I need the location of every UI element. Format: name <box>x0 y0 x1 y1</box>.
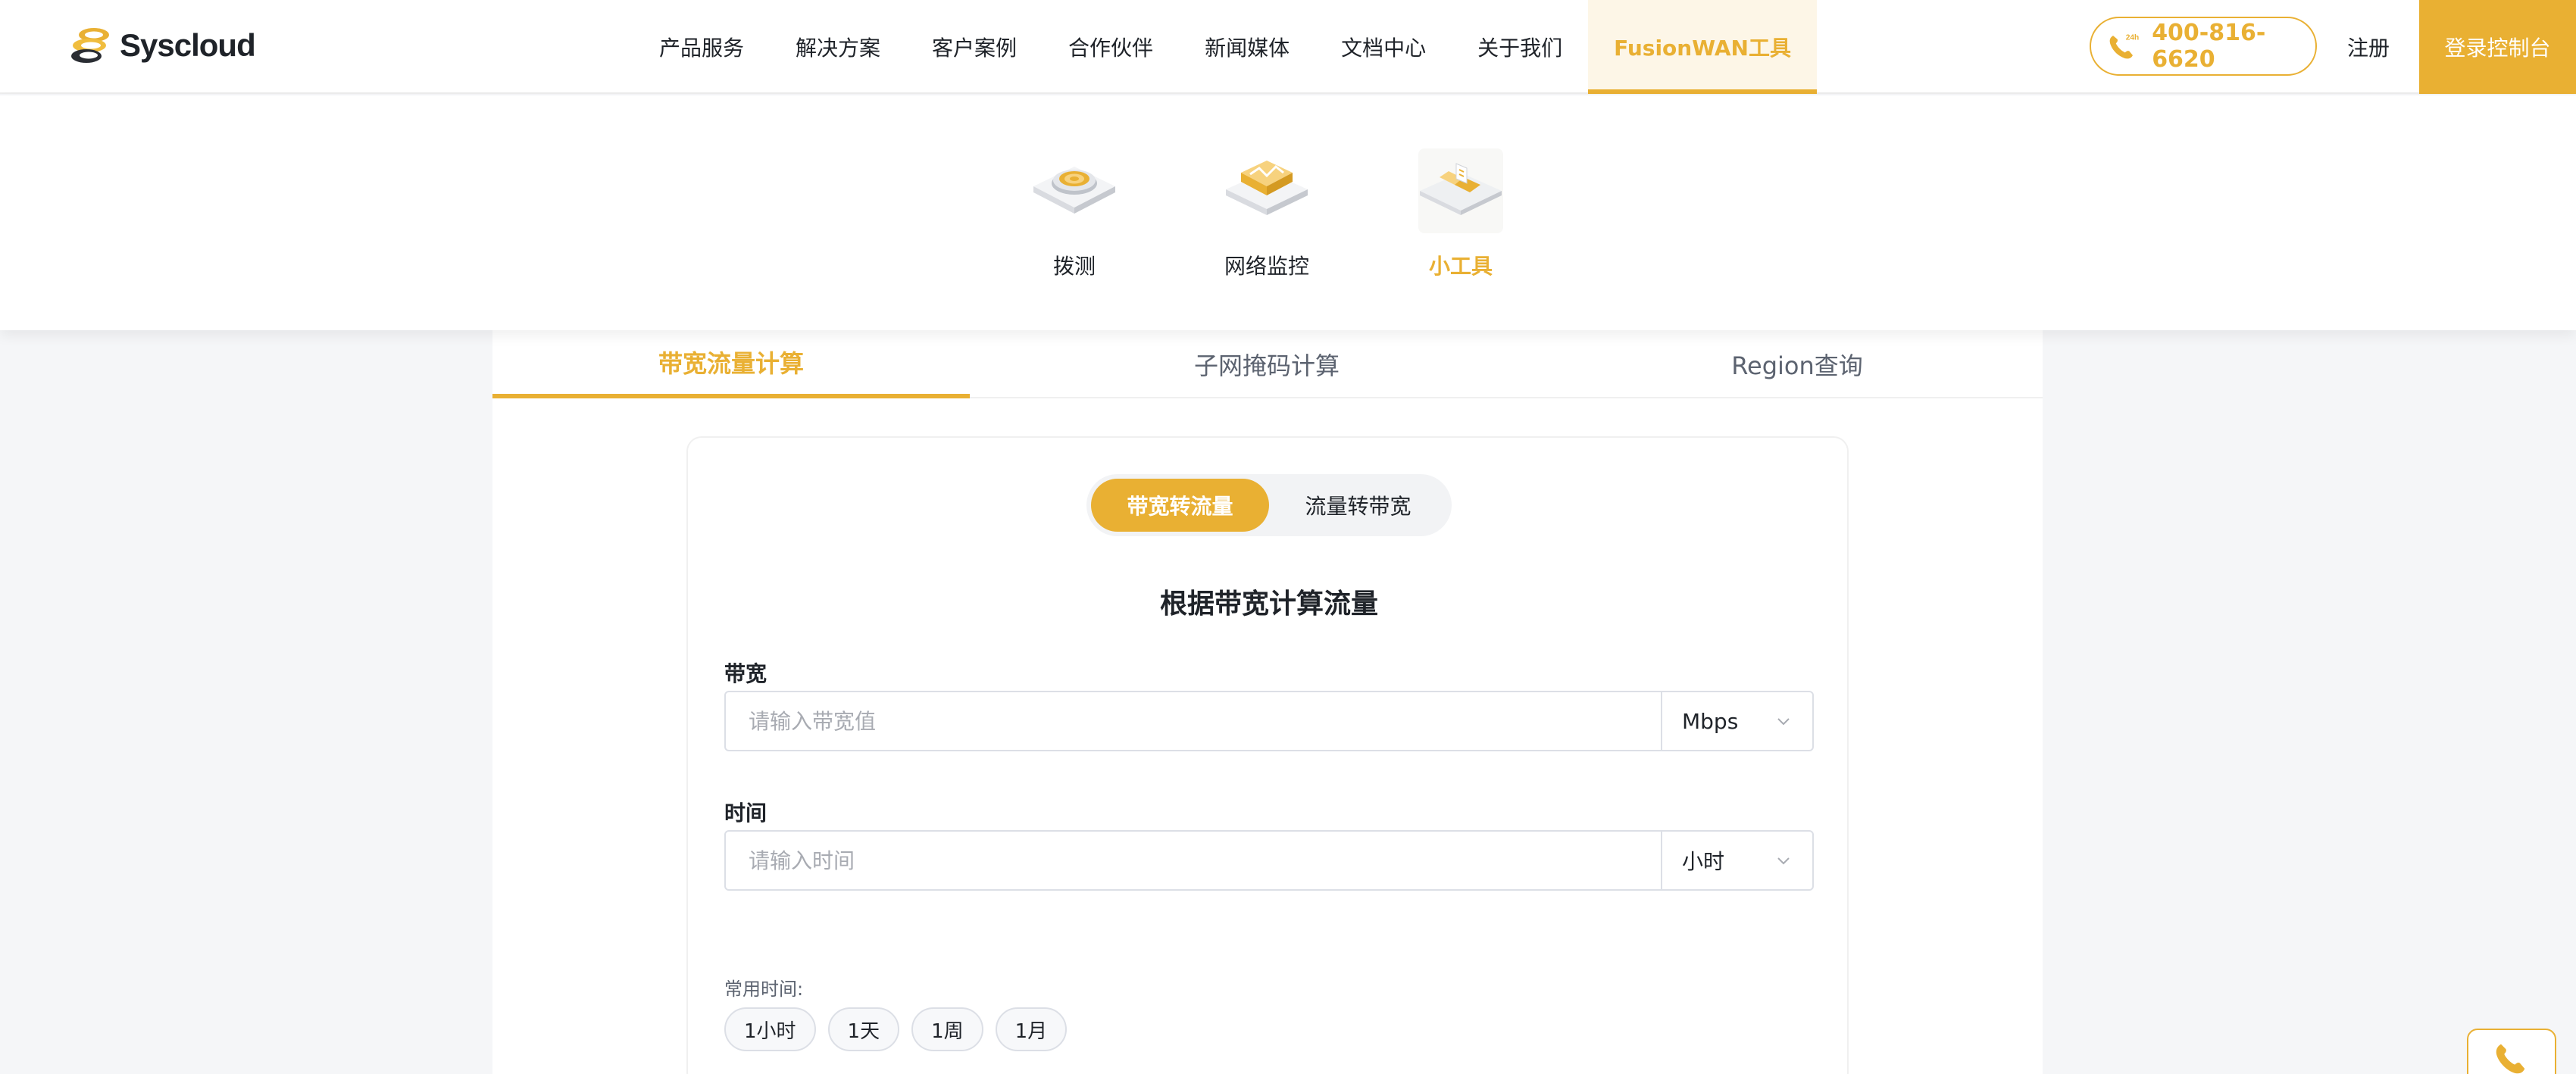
preset-1-week[interactable]: 1周 <box>911 1007 983 1051</box>
tools-icon <box>1418 148 1503 233</box>
syscloud-logo-icon <box>71 28 109 63</box>
preset-1-month[interactable]: 1月 <box>995 1007 1068 1051</box>
nav-item-about[interactable]: 关于我们 <box>1452 0 1588 94</box>
tab-bandwidth-traffic[interactable]: 带宽流量计算 <box>492 330 970 398</box>
brand-logo[interactable]: Syscloud <box>68 21 256 70</box>
time-unit-select[interactable]: 小时 <box>1661 832 1812 889</box>
chevron-down-icon <box>1777 857 1790 865</box>
dropdown-item-network-monitor[interactable]: 网络监控 <box>1191 141 1343 280</box>
time-unit-value: 小时 <box>1682 849 1725 874</box>
bandwidth-input-group: Mbps <box>724 691 1814 751</box>
tab-region-query[interactable]: Region查询 <box>1546 330 2049 398</box>
phone-icon <box>2496 1044 2525 1074</box>
login-console-button[interactable]: 登录控制台 <box>2419 0 2576 94</box>
common-time-label: 常用时间: <box>724 979 804 1000</box>
dropdown-item-tools[interactable]: 小工具 <box>1385 141 1537 280</box>
tool-tabs: 带宽流量计算 子网掩码计算 Region查询 <box>492 330 2043 398</box>
nav-item-fusionwan-tools[interactable]: FusionWAN工具 <box>1588 0 1817 94</box>
dropdown-item-dial-test[interactable]: 拨测 <box>999 141 1150 280</box>
time-label: 时间 <box>724 801 767 826</box>
tab-subnet-mask[interactable]: 子网掩码计算 <box>1015 330 1518 398</box>
bandwidth-unit-select[interactable]: Mbps <box>1661 692 1812 750</box>
toggle-bandwidth-to-traffic[interactable]: 带宽转流量 <box>1091 479 1269 532</box>
preset-1-day[interactable]: 1天 <box>827 1007 900 1051</box>
preset-1-hour[interactable]: 1小时 <box>724 1007 816 1051</box>
dropdown-label-dial-test: 拨测 <box>1052 254 1096 279</box>
nav-item-docs[interactable]: 文档中心 <box>1315 0 1452 94</box>
chevron-down-icon <box>1777 718 1790 726</box>
floating-contact-button[interactable] <box>2467 1029 2556 1074</box>
nav-item-news[interactable]: 新闻媒体 <box>1179 0 1315 94</box>
bandwidth-unit-value: Mbps <box>1682 708 1739 734</box>
dropdown-label-tools: 小工具 <box>1428 254 1493 279</box>
bandwidth-label: 带宽 <box>724 661 767 686</box>
hotline-number: 400-816-6620 <box>2152 20 2266 73</box>
brand-name: Syscloud <box>120 27 256 63</box>
nav-item-partners[interactable]: 合作伙伴 <box>1043 0 1179 94</box>
nav-item-products[interactable]: 产品服务 <box>633 0 770 94</box>
phone-badge-text: 24h <box>2126 34 2140 42</box>
time-presets: 1小时 1天 1周 1月 <box>724 1007 1079 1051</box>
time-input-group: 小时 <box>724 830 1814 891</box>
form-title: 根据带宽计算流量 <box>1159 589 1378 620</box>
dropdown-label-network-monitor: 网络监控 <box>1224 254 1309 279</box>
calculator-card: 带宽转流量 流量转带宽 根据带宽计算流量 带宽 Mbps 时间 小时 常用时间:… <box>686 436 1849 1074</box>
tools-dropdown-panel: 拨测 网络监控 小工具 <box>0 95 2576 330</box>
nav-item-solutions[interactable]: 解决方案 <box>770 0 906 94</box>
hotline-button[interactable]: 24h 400-816-6620 <box>2090 17 2317 76</box>
network-monitor-icon <box>1226 161 1308 215</box>
top-header: Syscloud 产品服务 解决方案 客户案例 合作伙伴 新闻媒体 文档中心 关… <box>0 0 2576 94</box>
conversion-mode-toggle: 带宽转流量 流量转带宽 <box>1086 474 1452 536</box>
toggle-traffic-to-bandwidth[interactable]: 流量转带宽 <box>1269 479 1447 532</box>
bandwidth-input[interactable] <box>726 692 1661 750</box>
dial-test-icon <box>1033 167 1115 214</box>
time-input[interactable] <box>726 832 1661 889</box>
main-nav: 产品服务 解决方案 客户案例 合作伙伴 新闻媒体 文档中心 关于我们 Fusio… <box>633 0 1817 94</box>
phone-24h-icon: 24h <box>2109 34 2140 59</box>
nav-item-cases[interactable]: 客户案例 <box>906 0 1043 94</box>
register-link[interactable]: 注册 <box>2347 0 2390 94</box>
tools-main-panel: 带宽流量计算 子网掩码计算 Region查询 带宽转流量 流量转带宽 根据带宽计… <box>492 330 2043 1074</box>
